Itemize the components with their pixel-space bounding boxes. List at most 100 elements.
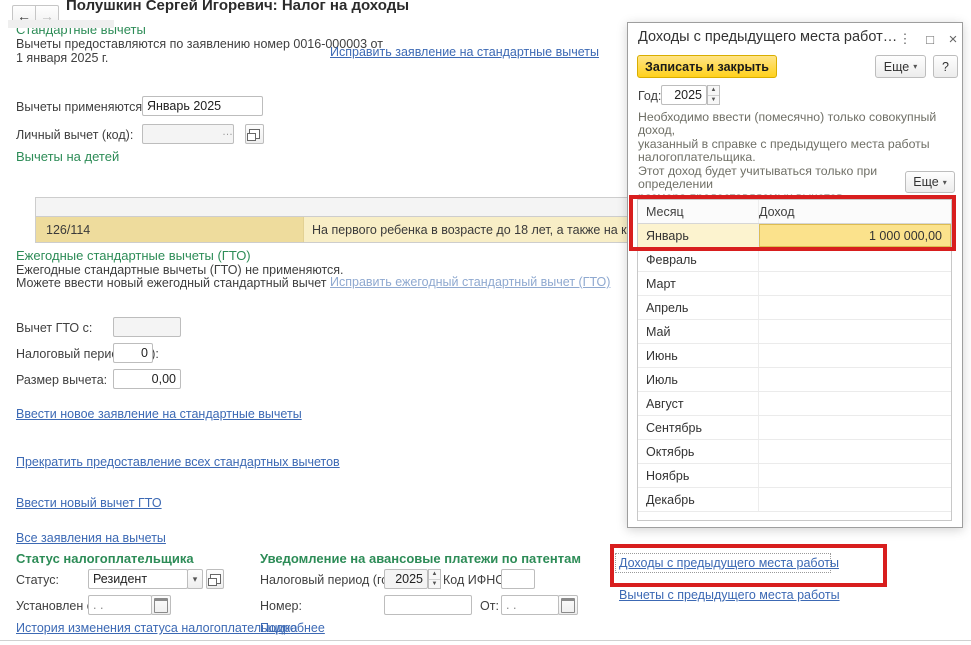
status-open-button[interactable] (206, 569, 224, 589)
income-cell (759, 320, 951, 343)
income-cell (759, 248, 951, 271)
month-row[interactable]: Декабрь (638, 488, 951, 512)
month-row[interactable]: Июнь (638, 344, 951, 368)
chevron-down-icon: ▾ (943, 178, 947, 187)
month-cell: Январь (638, 224, 759, 247)
scroll-clip-artifact (8, 20, 114, 28)
month-row[interactable]: Август (638, 392, 951, 416)
fix-standard-application-link[interactable]: Исправить заявление на стандартные вычет… (330, 45, 599, 59)
prev-income-dialog: Доходы с предыдущего места работ… ⋮ □ × … (627, 22, 963, 528)
maximize-icon: □ (926, 32, 934, 47)
gto-from-input[interactable] (113, 317, 181, 337)
number-input[interactable] (384, 595, 472, 615)
month-cell: Июль (638, 368, 759, 391)
income-cell (759, 368, 951, 391)
page-title: Полушкин Сергей Игоревич: Налог на доход… (66, 0, 606, 19)
children-deductions-heading: Вычеты на детей (16, 149, 119, 164)
section-gto-heading: Ежегодные стандартные вычеты (ГТО) (16, 248, 251, 263)
gto-amount-label: Размер вычета: (16, 373, 107, 387)
income-cell (759, 416, 951, 439)
status-dropdown-button[interactable]: ▾ (187, 569, 203, 589)
more-button-label: Еще (884, 60, 909, 74)
patent-from-label: От: (480, 599, 499, 613)
month-cell: Июнь (638, 344, 759, 367)
month-cell: Октябрь (638, 440, 759, 463)
number-label: Номер: (260, 599, 302, 613)
chevron-down-icon: ▾ (193, 574, 198, 585)
ifns-input[interactable] (501, 569, 535, 589)
month-row[interactable]: Январь1 000 000,00 (638, 224, 951, 248)
month-row[interactable]: Март (638, 272, 951, 296)
status-history-link[interactable]: История изменения статуса налогоплательщ… (16, 621, 297, 635)
choose-ellipsis-icon[interactable]: … (222, 126, 233, 138)
applies-from-label: Вычеты применяются с: (16, 100, 155, 114)
application-info-line1: Вычеты предоставляются по заявлению номе… (16, 37, 383, 51)
dialog-menu-button[interactable]: ⋮ (896, 30, 914, 48)
chevron-down-icon: ▾ (913, 62, 917, 71)
income-cell: 1 000 000,00 (759, 224, 951, 247)
year-input[interactable] (661, 85, 707, 105)
details-link[interactable]: Подробнее (260, 621, 325, 635)
application-info-line2: 1 января 2025 г. (16, 51, 108, 65)
month-row[interactable]: Февраль (638, 248, 951, 272)
month-cell: Апрель (638, 296, 759, 319)
dialog-close-button[interactable]: × (944, 30, 962, 48)
gto-amount-input[interactable] (113, 369, 181, 389)
all-applications-link[interactable]: Все заявления на вычеты (16, 531, 166, 545)
table-more-label: Еще (913, 175, 938, 189)
personal-code-open-button[interactable] (245, 124, 264, 144)
window-bottom-divider (0, 640, 971, 641)
patent-period-label: Налоговый период (год): (260, 573, 403, 587)
save-and-close-button[interactable]: Записать и закрыть (637, 55, 777, 78)
prev-income-link[interactable]: Доходы с предыдущего места работы (619, 556, 839, 570)
calendar-icon (561, 598, 575, 613)
gto-info-line2: Можете ввести новый ежегодный стандартны… (16, 276, 327, 290)
set-from-date-input[interactable] (88, 595, 152, 615)
new-gto-link[interactable]: Ввести новый вычет ГТО (16, 496, 162, 510)
year-label: Год: (638, 89, 661, 103)
deduction-code-cell: 126/114 (36, 217, 304, 242)
income-cell (759, 344, 951, 367)
month-row[interactable]: Май (638, 320, 951, 344)
ifns-label: Код ИФНС: (443, 573, 508, 587)
income-cell (759, 440, 951, 463)
fix-gto-link[interactable]: Исправить ежегодный стандартный вычет (Г… (330, 275, 610, 289)
patent-period-input[interactable] (384, 569, 428, 589)
month-row[interactable]: Апрель (638, 296, 951, 320)
month-row[interactable]: Июль (638, 368, 951, 392)
set-from-label: Установлен с: (16, 599, 96, 613)
patent-from-date-input[interactable] (501, 595, 559, 615)
personal-code-input[interactable] (142, 124, 234, 144)
new-application-link[interactable]: Ввести новое заявление на стандартные вы… (16, 407, 302, 421)
status-combo-input[interactable] (88, 569, 188, 589)
income-cell (759, 464, 951, 487)
dialog-help-button[interactable]: ? (933, 55, 958, 78)
income-cell (759, 488, 951, 511)
gto-period-input[interactable] (113, 343, 153, 363)
month-row[interactable]: Октябрь (638, 440, 951, 464)
table-more-button[interactable]: Еще ▾ (905, 171, 955, 193)
month-row[interactable]: Сентябрь (638, 416, 951, 440)
patent-from-calendar-button[interactable] (558, 595, 578, 615)
personal-code-label: Личный вычет (код): (16, 128, 133, 142)
month-cell: Март (638, 272, 759, 295)
month-row[interactable]: Ноябрь (638, 464, 951, 488)
dialog-note-text: Необходимо ввести (помесячно) только сов… (638, 111, 944, 205)
dialog-more-button[interactable]: Еще ▾ (875, 55, 926, 78)
patent-section-heading: Уведомление на авансовые платежи по пате… (260, 551, 581, 566)
month-cell: Февраль (638, 248, 759, 271)
prev-deductions-link[interactable]: Вычеты с предыдущего места работы (619, 588, 840, 602)
gto-from-label: Вычет ГТО с: (16, 321, 92, 335)
applies-from-input[interactable] (142, 96, 263, 116)
status-section-heading: Статус налогоплательщика (16, 551, 194, 566)
income-by-month-table: Месяц Доход Январь1 000 000,00ФевральМар… (637, 199, 952, 521)
patent-period-spinner[interactable]: ▲▼ (428, 569, 441, 589)
calendar-icon (154, 598, 168, 613)
gto-info-line1: Ежегодные стандартные вычеты (ГТО) не пр… (16, 263, 344, 277)
dialog-maximize-button[interactable]: □ (921, 30, 939, 48)
set-from-calendar-button[interactable] (151, 595, 171, 615)
year-spinner[interactable]: ▲▼ (707, 85, 720, 105)
open-window-icon (210, 574, 221, 584)
dialog-title: Доходы с предыдущего места работ… (638, 29, 897, 45)
stop-all-deductions-link[interactable]: Прекратить предоставление всех стандартн… (16, 455, 340, 469)
